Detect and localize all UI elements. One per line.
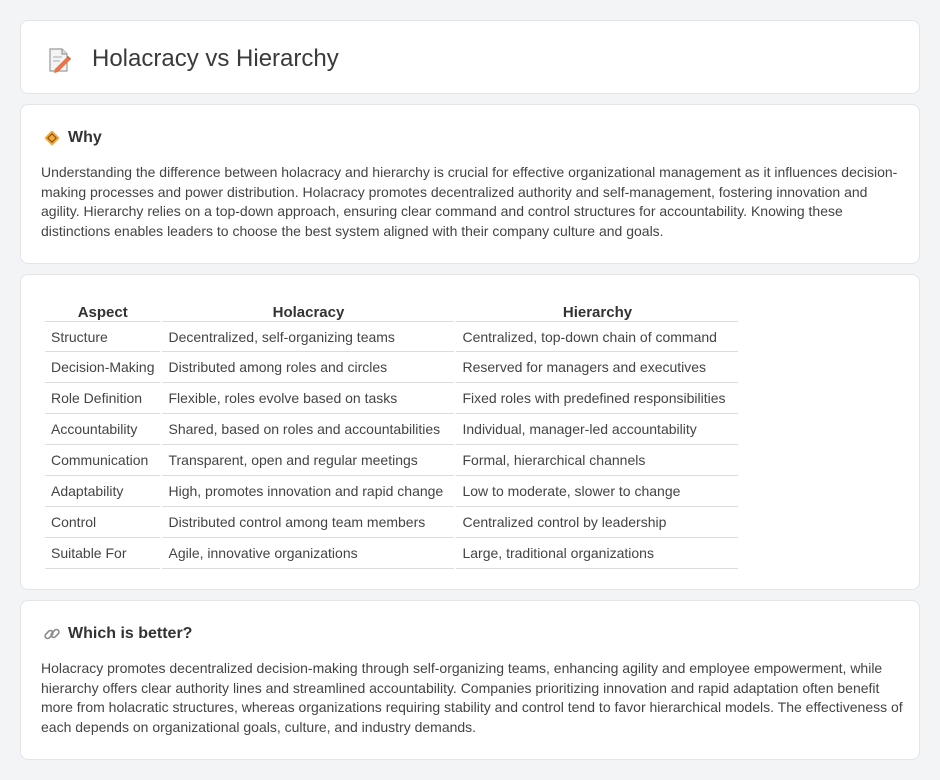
holacracy-cell: Distributed among roles and circles xyxy=(162,352,455,383)
table-row: Accountability Shared, based on roles an… xyxy=(45,414,739,445)
header-card: Holacracy vs Hierarchy xyxy=(20,20,920,94)
page-title: Holacracy vs Hierarchy xyxy=(92,45,339,72)
hierarchy-cell: Fixed roles with predefined responsibili… xyxy=(456,383,739,414)
holacracy-cell: Agile, innovative organizations xyxy=(162,538,455,569)
aspect-cell: Adaptability xyxy=(45,476,161,507)
table-row: Suitable For Agile, innovative organizat… xyxy=(45,538,739,569)
why-heading: Why xyxy=(68,129,102,146)
diamond-sign-icon xyxy=(43,129,61,147)
hierarchy-cell: Centralized control by leadership xyxy=(456,507,739,538)
why-body: Understanding the difference between hol… xyxy=(41,164,898,239)
better-heading-row: Which is better? xyxy=(43,623,192,645)
comparison-card: Aspect Holacracy Hierarchy Structure Dec… xyxy=(20,274,920,590)
holacracy-cell: High, promotes innovation and rapid chan… xyxy=(162,476,455,507)
hierarchy-cell: Large, traditional organizations xyxy=(456,538,739,569)
aspect-cell: Control xyxy=(45,507,161,538)
why-section: Why Understanding the difference between… xyxy=(20,104,920,264)
document-edit-icon xyxy=(47,47,71,73)
why-heading-row: Why xyxy=(43,127,102,149)
holacracy-cell: Shared, based on roles and accountabilit… xyxy=(162,414,455,445)
hierarchy-cell: Reserved for managers and executives xyxy=(456,352,739,383)
table-header-row: Aspect Holacracy Hierarchy xyxy=(45,297,738,321)
table-row: Communication Transparent, open and regu… xyxy=(45,445,739,476)
comparison-table: Aspect Holacracy Hierarchy Structure Dec… xyxy=(43,297,740,569)
column-header-hierarchy: Hierarchy xyxy=(562,304,633,321)
aspect-cell: Role Definition xyxy=(45,383,161,414)
aspect-cell: Structure xyxy=(45,321,161,352)
hierarchy-cell: Individual, manager-led accountability xyxy=(456,414,739,445)
table-row: Role Definition Flexible, roles evolve b… xyxy=(45,383,739,414)
aspect-cell: Accountability xyxy=(45,414,161,445)
table-row: Decision-Making Distributed among roles … xyxy=(45,352,739,383)
which-is-better-section: Which is better? Holacracy promotes dece… xyxy=(20,600,920,760)
table-row: Structure Decentralized, self-organizing… xyxy=(45,321,739,352)
holacracy-cell: Distributed control among team members xyxy=(162,507,455,538)
link-icon xyxy=(43,625,61,643)
better-body: Holacracy promotes decentralized decisio… xyxy=(41,660,903,735)
hierarchy-cell: Formal, hierarchical channels xyxy=(456,445,739,476)
holacracy-cell: Decentralized, self-organizing teams xyxy=(162,321,455,352)
column-header-holacracy: Holacracy xyxy=(272,304,345,321)
table-row: Control Distributed control among team m… xyxy=(45,507,739,538)
hierarchy-cell: Centralized, top-down chain of command xyxy=(456,321,739,352)
holacracy-cell: Flexible, roles evolve based on tasks xyxy=(162,383,455,414)
holacracy-cell: Transparent, open and regular meetings xyxy=(162,445,455,476)
aspect-cell: Suitable For xyxy=(45,538,161,569)
aspect-cell: Communication xyxy=(45,445,161,476)
better-heading: Which is better? xyxy=(68,625,193,642)
hierarchy-cell: Low to moderate, slower to change xyxy=(456,476,739,507)
column-header-aspect: Aspect xyxy=(77,304,128,321)
aspect-cell: Decision-Making xyxy=(45,352,161,383)
table-row: Adaptability High, promotes innovation a… xyxy=(45,476,739,507)
